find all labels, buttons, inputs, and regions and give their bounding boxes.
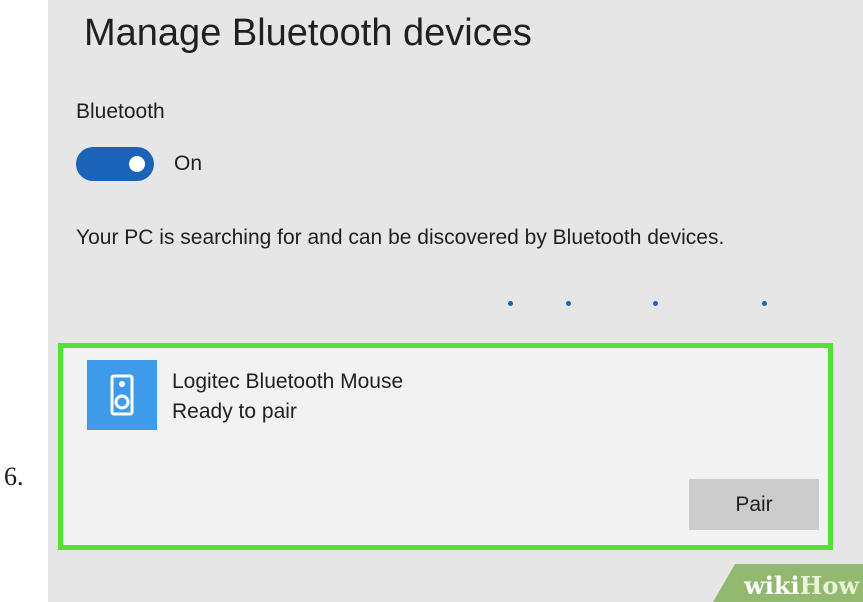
watermark-how: How bbox=[799, 571, 859, 600]
wikihow-watermark: wikiHow bbox=[713, 564, 863, 602]
watermark-wiki: wiki bbox=[744, 571, 800, 600]
progress-dot bbox=[508, 301, 513, 306]
pair-button[interactable]: Pair bbox=[689, 479, 819, 530]
toggle-knob bbox=[129, 156, 145, 172]
page-title: Manage Bluetooth devices bbox=[84, 12, 532, 54]
device-name: Logitec Bluetooth Mouse bbox=[172, 370, 404, 393]
toggle-state-label: On bbox=[174, 152, 203, 175]
speaker-icon bbox=[87, 360, 157, 430]
bluetooth-toggle[interactable] bbox=[76, 147, 154, 181]
progress-dot bbox=[762, 301, 767, 306]
step-number: 6. bbox=[4, 462, 24, 491]
bluetooth-label: Bluetooth bbox=[76, 100, 165, 123]
progress-dot bbox=[566, 301, 571, 306]
bluetooth-settings-window: Manage Bluetooth devices Bluetooth On Yo… bbox=[48, 0, 863, 602]
progress-dot bbox=[653, 301, 658, 306]
device-list-item[interactable]: Logitec Bluetooth Mouse Ready to pair Pa… bbox=[58, 343, 833, 550]
searching-status-text: Your PC is searching for and can be disc… bbox=[76, 226, 725, 249]
device-status: Ready to pair bbox=[172, 400, 297, 423]
